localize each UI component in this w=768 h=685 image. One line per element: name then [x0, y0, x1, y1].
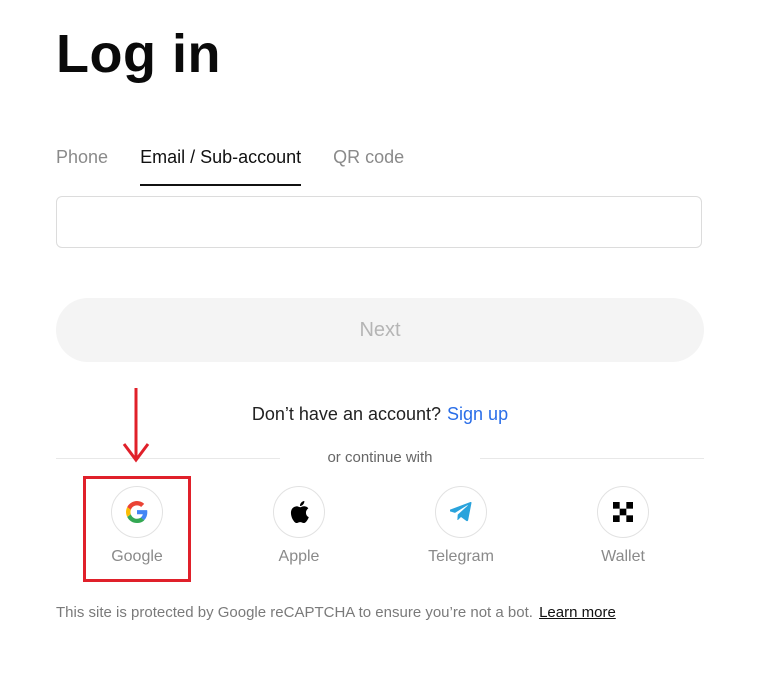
next-button[interactable]: Next	[56, 298, 704, 362]
telegram-icon-circle	[435, 486, 487, 538]
login-method-tabs: Phone Email / Sub-account QR code	[56, 142, 436, 186]
telegram-login-button[interactable]: Telegram	[411, 486, 511, 566]
tab-email-sub-account[interactable]: Email / Sub-account	[140, 142, 302, 186]
divider-label: or continue with	[280, 448, 480, 468]
wallet-login-button[interactable]: Wallet	[573, 486, 673, 566]
google-icon	[126, 501, 148, 523]
recaptcha-notice-text: This site is protected by Google reCAPTC…	[56, 604, 533, 621]
wallet-icon	[613, 502, 633, 522]
apple-login-button[interactable]: Apple	[249, 486, 349, 566]
social-login-providers: Google Apple Telegram Wallet	[0, 486, 768, 576]
wallet-icon-circle	[597, 486, 649, 538]
page-title: Log in	[56, 24, 221, 84]
telegram-label: Telegram	[428, 548, 494, 565]
sign-up-link[interactable]: Sign up	[447, 404, 508, 424]
learn-more-link[interactable]: Learn more	[539, 604, 616, 621]
telegram-icon	[450, 502, 472, 522]
apple-icon-circle	[273, 486, 325, 538]
tab-phone[interactable]: Phone	[56, 142, 108, 186]
google-icon-circle	[111, 486, 163, 538]
wallet-label: Wallet	[601, 548, 645, 565]
google-label: Google	[111, 548, 163, 565]
email-input[interactable]	[56, 196, 702, 248]
down-arrow-annotation-icon	[122, 388, 150, 463]
apple-icon	[290, 501, 309, 524]
google-login-button[interactable]: Google	[87, 486, 187, 566]
signup-prompt-line: Don’t have an account? Sign up	[0, 404, 760, 425]
apple-label: Apple	[278, 548, 320, 565]
tab-qr-code[interactable]: QR code	[333, 142, 404, 186]
signup-prompt-text: Don’t have an account?	[251, 404, 442, 424]
recaptcha-notice: This site is protected by Google reCAPTC…	[56, 604, 616, 621]
